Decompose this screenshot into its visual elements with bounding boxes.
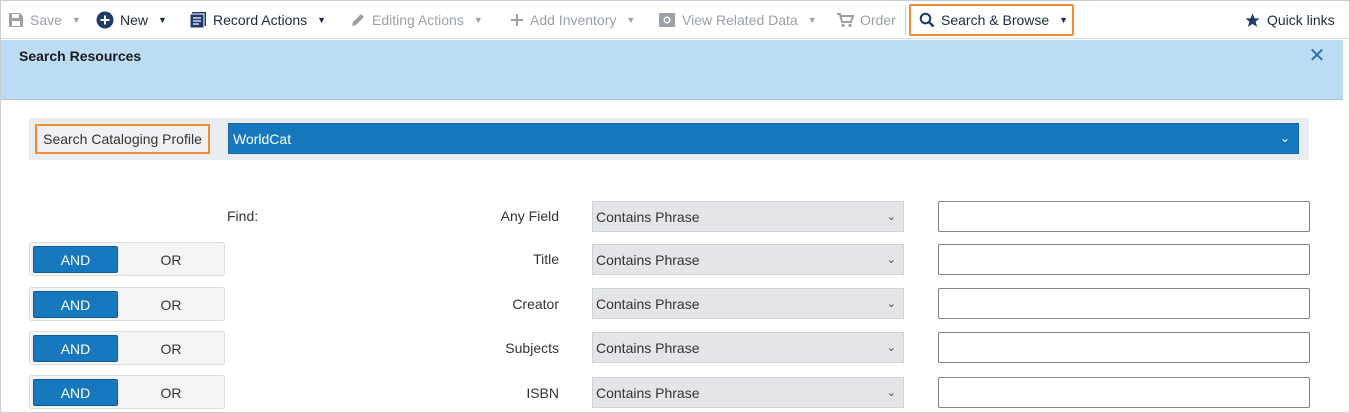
or-button[interactable]: OR xyxy=(126,246,216,273)
or-button[interactable]: OR xyxy=(126,335,216,362)
chevron-down-icon: ⌄ xyxy=(886,211,896,223)
field-label: Creator xyxy=(512,296,559,312)
chevron-down-icon: ⌄ xyxy=(886,254,896,266)
cart-icon xyxy=(836,12,854,28)
chevron-down-icon: ▼ xyxy=(71,15,81,25)
and-or-toggle: AND OR xyxy=(29,375,225,409)
and-button[interactable]: AND xyxy=(33,246,118,273)
star-icon xyxy=(1244,12,1261,29)
save-icon xyxy=(8,12,24,28)
or-button[interactable]: OR xyxy=(126,379,216,406)
search-resources-panel-header: Search Resources ✕ xyxy=(1,40,1343,100)
search-value-input[interactable] xyxy=(938,288,1310,319)
and-or-toggle: AND OR xyxy=(29,331,225,365)
condition-select[interactable]: Contains Phrase ⌄ xyxy=(592,377,904,408)
plus-circle-icon xyxy=(96,11,114,29)
chevron-down-icon: ⌄ xyxy=(886,342,896,354)
field-label: Title xyxy=(533,251,559,267)
pencil-icon xyxy=(350,12,366,28)
find-label: Find: xyxy=(227,208,259,224)
toolbar-divider xyxy=(905,5,906,35)
view-related-data-button[interactable]: View Related Data ▼ xyxy=(658,1,817,39)
and-button[interactable]: AND xyxy=(33,291,118,318)
field-label: Subjects xyxy=(505,340,559,356)
chevron-down-icon: ▼ xyxy=(807,15,817,25)
chevron-down-icon: ▼ xyxy=(1059,15,1069,25)
search-value-input[interactable] xyxy=(938,377,1310,408)
chevron-down-icon: ▼ xyxy=(317,15,327,25)
quick-links-button[interactable]: Quick links xyxy=(1244,1,1335,39)
chevron-down-icon: ⌄ xyxy=(886,387,896,399)
chevron-down-icon: ▼ xyxy=(473,15,483,25)
toolbar: Save ▼ New ▼ Record Actions ▼ Editing Actio… xyxy=(1,1,1349,39)
editing-actions-button[interactable]: Editing Actions ▼ xyxy=(350,1,483,39)
search-browse-button[interactable]: Search & Browse ▼ xyxy=(919,1,1068,39)
search-value-input[interactable] xyxy=(938,201,1310,232)
field-label: Any Field xyxy=(500,208,559,224)
record-icon xyxy=(189,11,207,29)
and-or-toggle: AND OR xyxy=(29,287,225,321)
plus-icon xyxy=(510,13,524,27)
and-or-toggle: AND OR xyxy=(29,242,225,276)
cataloging-profile-label: Search Cataloging Profile xyxy=(35,124,210,154)
chevron-down-icon: ▼ xyxy=(158,15,167,25)
field-label: ISBN xyxy=(526,385,559,401)
condition-select[interactable]: Contains Phrase ⌄ xyxy=(592,201,904,232)
image-icon xyxy=(658,12,676,28)
condition-select[interactable]: Contains Phrase ⌄ xyxy=(592,288,904,319)
search-icon xyxy=(919,12,935,28)
panel-title: Search Resources xyxy=(19,48,142,64)
cataloging-profile-row: Search Cataloging Profile WorldCat ⌄ xyxy=(29,118,1309,160)
search-value-input[interactable] xyxy=(938,244,1310,275)
and-button[interactable]: AND xyxy=(33,379,118,406)
new-button[interactable]: New ▼ xyxy=(96,1,167,39)
close-icon[interactable]: ✕ xyxy=(1307,46,1327,66)
save-button[interactable]: Save ▼ xyxy=(8,1,81,39)
condition-select[interactable]: Contains Phrase ⌄ xyxy=(592,332,904,363)
and-button[interactable]: AND xyxy=(33,335,118,362)
condition-select[interactable]: Contains Phrase ⌄ xyxy=(592,244,904,275)
record-actions-button[interactable]: Record Actions ▼ xyxy=(189,1,326,39)
add-inventory-button[interactable]: Add Inventory ▼ xyxy=(510,1,635,39)
chevron-down-icon: ▼ xyxy=(626,15,636,25)
cataloging-profile-select[interactable]: WorldCat ⌄ xyxy=(228,123,1299,154)
search-value-input[interactable] xyxy=(938,332,1310,363)
or-button[interactable]: OR xyxy=(126,291,216,318)
order-button[interactable]: Order xyxy=(836,1,896,39)
chevron-down-icon: ⌄ xyxy=(886,298,896,310)
chevron-down-icon: ⌄ xyxy=(1279,131,1290,145)
